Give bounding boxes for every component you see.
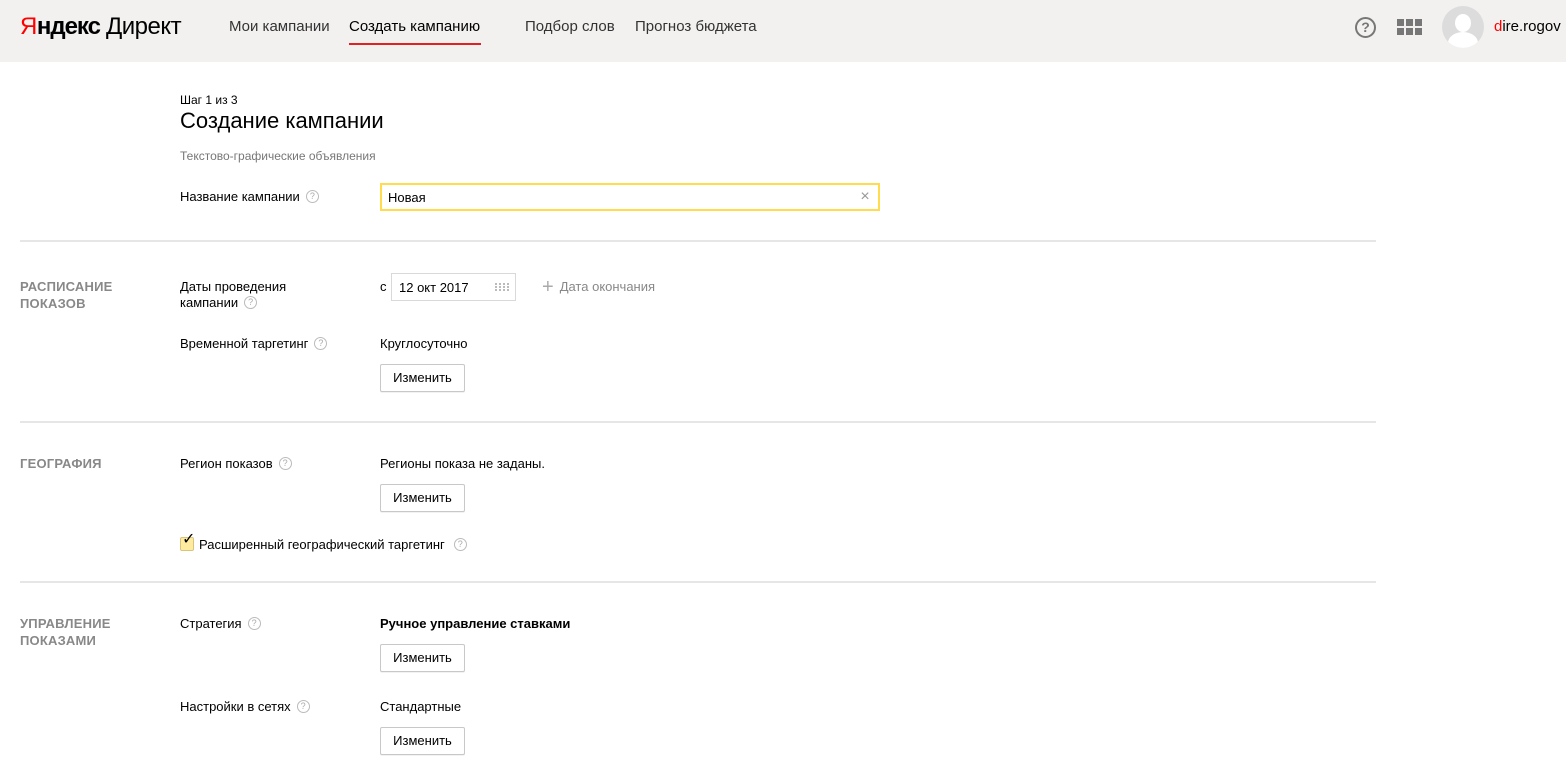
extended-geo-help-icon[interactable]: ? [453, 538, 467, 552]
yandex-direct-logo[interactable]: Яндекс Директ [20, 13, 182, 41]
campaign-name-input[interactable] [382, 185, 842, 209]
help-icon[interactable]: ? [1355, 17, 1376, 38]
plus-icon: + [542, 275, 554, 298]
campaign-dates-help-icon[interactable]: ? [244, 296, 258, 310]
strategy-row-label: Стратегия? [180, 616, 261, 632]
time-targeting-row-label: Временной таргетинг? [180, 336, 328, 352]
nav-my-campaigns[interactable]: Мои кампании [229, 18, 330, 36]
campaign-name-label: Название кампании [180, 189, 300, 204]
nav-active-underline [349, 43, 481, 45]
region-row-label: Регион показов? [180, 456, 292, 472]
add-end-date-link[interactable]: + Дата окончания [542, 275, 656, 298]
calendar-icon[interactable] [495, 283, 509, 292]
date-from-prefix: с [380, 279, 387, 294]
time-targeting-value: Круглосуточно [380, 336, 468, 351]
region-help-icon[interactable]: ? [278, 457, 292, 471]
nav-budget-forecast[interactable]: Прогноз бюджета [635, 18, 757, 36]
schedule-section-title: РАСПИСАНИЕ ПОКАЗОВ [20, 279, 113, 311]
region-value: Регионы показа не заданы. [380, 456, 545, 471]
network-settings-change-button[interactable]: Изменить [380, 727, 465, 755]
apps-grid-icon[interactable] [1397, 19, 1422, 37]
network-settings-row-label: Настройки в сетях? [180, 699, 310, 715]
section-divider [20, 421, 1376, 423]
section-divider [20, 240, 1376, 242]
start-date-input[interactable] [392, 274, 487, 300]
management-section-title: УПРАВЛЕНИЕ ПОКАЗАМИ [20, 616, 111, 648]
top-header: Яндекс Директ Мои кампании Создать кампан… [0, 0, 1566, 62]
nav-create-campaign[interactable]: Создать кампанию [349, 18, 480, 36]
logo-rest: ндекс [36, 13, 101, 40]
strategy-value: Ручное управление ставками [380, 616, 571, 631]
network-settings-label: Настройки в сетях [180, 699, 291, 714]
logo-product: Директ [105, 13, 182, 40]
avatar[interactable] [1442, 6, 1484, 48]
network-settings-help-icon[interactable]: ? [296, 700, 310, 714]
nav-word-selection[interactable]: Подбор слов [525, 18, 615, 36]
region-change-button[interactable]: Изменить [380, 484, 465, 512]
strategy-label: Стратегия [180, 616, 242, 631]
section-divider [20, 581, 1376, 583]
logo-first-letter: Я [20, 13, 37, 40]
extended-geo-checkbox[interactable]: ✓ [180, 532, 195, 551]
campaign-name-help-icon[interactable]: ? [305, 190, 319, 204]
time-targeting-label: Временной таргетинг [180, 336, 309, 351]
start-date-field-wrapper [391, 273, 516, 301]
step-indicator: Шаг 1 из 3 [180, 93, 238, 107]
campaign-type-subtitle: Текстово-графические объявления [180, 149, 376, 163]
time-targeting-change-button[interactable]: Изменить [380, 364, 465, 392]
campaign-name-row-label: Название кампании? [180, 189, 319, 205]
network-settings-value: Стандартные [380, 699, 462, 714]
time-targeting-help-icon[interactable]: ? [314, 337, 328, 351]
extended-geo-label[interactable]: Расширенный географический таргетинг [199, 537, 445, 552]
username-rest: ire.rogov [1502, 18, 1561, 35]
geography-section-title: ГЕОГРАФИЯ [20, 456, 102, 471]
region-label: Регион показов [180, 456, 273, 471]
checkmark-icon: ✓ [182, 531, 196, 548]
clear-icon[interactable]: × [858, 189, 872, 205]
campaign-name-field-wrapper: × [380, 183, 880, 211]
campaign-dates-label: Даты проведения кампании [180, 279, 287, 310]
username-link[interactable]: dire.rogov [1494, 18, 1561, 36]
strategy-help-icon[interactable]: ? [247, 617, 261, 631]
page-title: Создание кампании [180, 108, 384, 133]
strategy-change-button[interactable]: Изменить [380, 644, 465, 672]
campaign-dates-row-label: Даты проведения кампании? [180, 279, 310, 311]
extended-geo-row-label: Расширенный географический таргетинг? [199, 537, 467, 553]
add-end-date-label: Дата окончания [559, 279, 656, 294]
